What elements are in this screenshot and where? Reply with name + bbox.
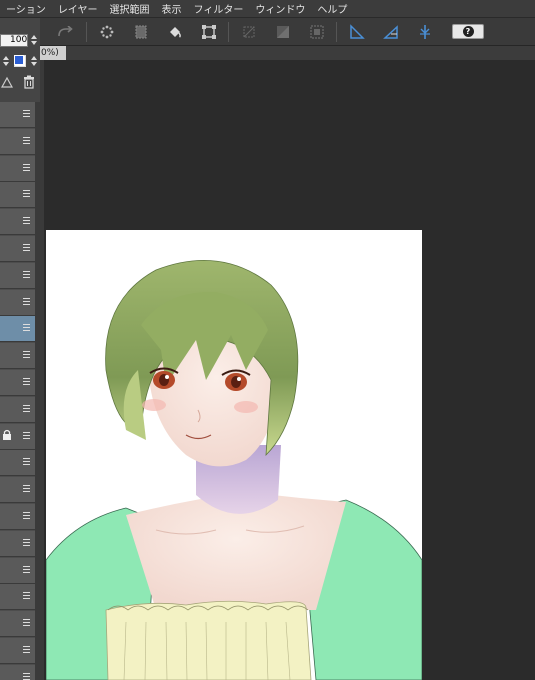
snap-icon[interactable]	[414, 21, 436, 43]
menu-window[interactable]: ウィンドウ	[249, 1, 311, 16]
toolbar-separator	[336, 22, 337, 42]
layer-row[interactable]	[0, 155, 35, 182]
layer-menu-icon[interactable]	[23, 324, 30, 332]
spin-up-icon[interactable]	[31, 35, 37, 39]
layer-row[interactable]	[0, 289, 35, 316]
fill-bucket-icon[interactable]	[164, 21, 186, 43]
layer-menu-icon[interactable]	[23, 646, 30, 654]
layer-menu-icon[interactable]	[23, 672, 30, 680]
command-bar: ?	[40, 18, 535, 46]
layer-row[interactable]	[0, 450, 35, 477]
menu-filter[interactable]: フィルター	[188, 1, 250, 16]
redo-icon[interactable]	[54, 21, 76, 43]
layer-menu-icon[interactable]	[23, 136, 30, 145]
menu-selection[interactable]: 選択範囲	[104, 1, 156, 16]
layer-row[interactable]	[0, 530, 35, 557]
layer-menu-icon[interactable]	[23, 190, 30, 198]
canvas-tab[interactable]: 0%)	[40, 46, 66, 60]
canvas-paper[interactable]	[46, 230, 422, 680]
layer-row[interactable]	[0, 370, 35, 396]
spin-up-icon[interactable]	[3, 56, 9, 60]
spin-down-icon[interactable]	[31, 41, 37, 45]
spin-down-icon[interactable]	[3, 62, 9, 66]
menu-layer[interactable]: レイヤー	[52, 1, 104, 16]
transform-icon[interactable]	[198, 21, 220, 43]
layer-row[interactable]	[0, 477, 35, 504]
layer-menu-icon[interactable]	[23, 458, 30, 466]
layer-row[interactable]	[0, 262, 35, 289]
toolbar-separator	[228, 22, 229, 42]
layer-menu-icon[interactable]	[23, 163, 30, 172]
select-stamp-icon[interactable]	[130, 21, 152, 43]
help-icon: ?	[462, 26, 474, 37]
color-spinner[interactable]	[30, 55, 38, 68]
layer-panel: 100	[0, 18, 40, 680]
layer-menu-icon[interactable]	[23, 378, 30, 386]
layer-panel-header: 100	[0, 18, 40, 102]
menu-bar: ーション レイヤー 選択範囲 表示 フィルター ウィンドウ ヘルプ	[0, 0, 535, 18]
layer-menu-icon[interactable]	[23, 217, 30, 225]
layer-row[interactable]	[0, 209, 35, 236]
blend-spinner[interactable]	[2, 55, 10, 68]
layer-row[interactable]	[0, 504, 35, 530]
layer-menu-icon[interactable]	[23, 512, 30, 520]
layer-menu-icon[interactable]	[23, 431, 30, 440]
menu-view[interactable]: 表示	[156, 1, 188, 16]
spin-up-icon[interactable]	[31, 56, 37, 60]
lock-icon[interactable]	[2, 429, 12, 443]
toolbar-separator	[86, 22, 87, 42]
layer-row[interactable]	[0, 423, 35, 450]
layer-menu-icon[interactable]	[23, 404, 30, 413]
layer-row[interactable]	[0, 102, 35, 128]
layer-row[interactable]	[0, 316, 35, 343]
layer-menu-icon[interactable]	[23, 110, 30, 118]
layer-row[interactable]	[0, 396, 35, 423]
layer-row[interactable]	[0, 557, 35, 584]
trash-icon[interactable]	[22, 74, 36, 90]
spin-down-icon[interactable]	[31, 62, 37, 66]
invert-selection-icon[interactable]	[272, 21, 294, 43]
layer-menu-icon[interactable]	[23, 538, 30, 547]
layer-menu-icon[interactable]	[23, 619, 30, 627]
layer-row[interactable]	[0, 236, 35, 262]
opacity-spinner[interactable]	[30, 34, 38, 47]
layer-menu-icon[interactable]	[23, 297, 30, 306]
perspective-ruler-icon[interactable]	[380, 21, 402, 43]
layer-row[interactable]	[0, 182, 35, 209]
layer-row[interactable]	[0, 584, 35, 611]
artwork-illustration	[46, 260, 422, 680]
layer-effect-icon[interactable]	[0, 74, 14, 90]
layer-menu-icon[interactable]	[23, 565, 30, 574]
layer-row[interactable]	[0, 664, 35, 680]
menu-help[interactable]: ヘルプ	[311, 1, 353, 16]
loading-icon[interactable]	[96, 21, 118, 43]
layer-menu-icon[interactable]	[23, 351, 30, 359]
help-button[interactable]: ?	[452, 24, 484, 39]
layer-menu-icon[interactable]	[23, 244, 30, 252]
layer-menu-icon[interactable]	[23, 270, 30, 279]
canvas-tab-bar: 0%)	[40, 46, 535, 60]
border-selection-icon[interactable]	[306, 21, 328, 43]
layer-color-swatch[interactable]	[14, 55, 26, 67]
layer-row[interactable]	[0, 638, 35, 664]
menu-animation[interactable]: ーション	[0, 1, 52, 16]
layer-row[interactable]	[0, 343, 35, 370]
layer-row[interactable]	[0, 128, 35, 155]
opacity-input[interactable]: 100	[0, 34, 28, 47]
ruler-icon[interactable]	[346, 21, 368, 43]
layer-row[interactable]	[0, 611, 35, 638]
deselect-icon[interactable]	[238, 21, 260, 43]
layer-menu-icon[interactable]	[23, 485, 30, 493]
layer-menu-icon[interactable]	[23, 592, 30, 600]
